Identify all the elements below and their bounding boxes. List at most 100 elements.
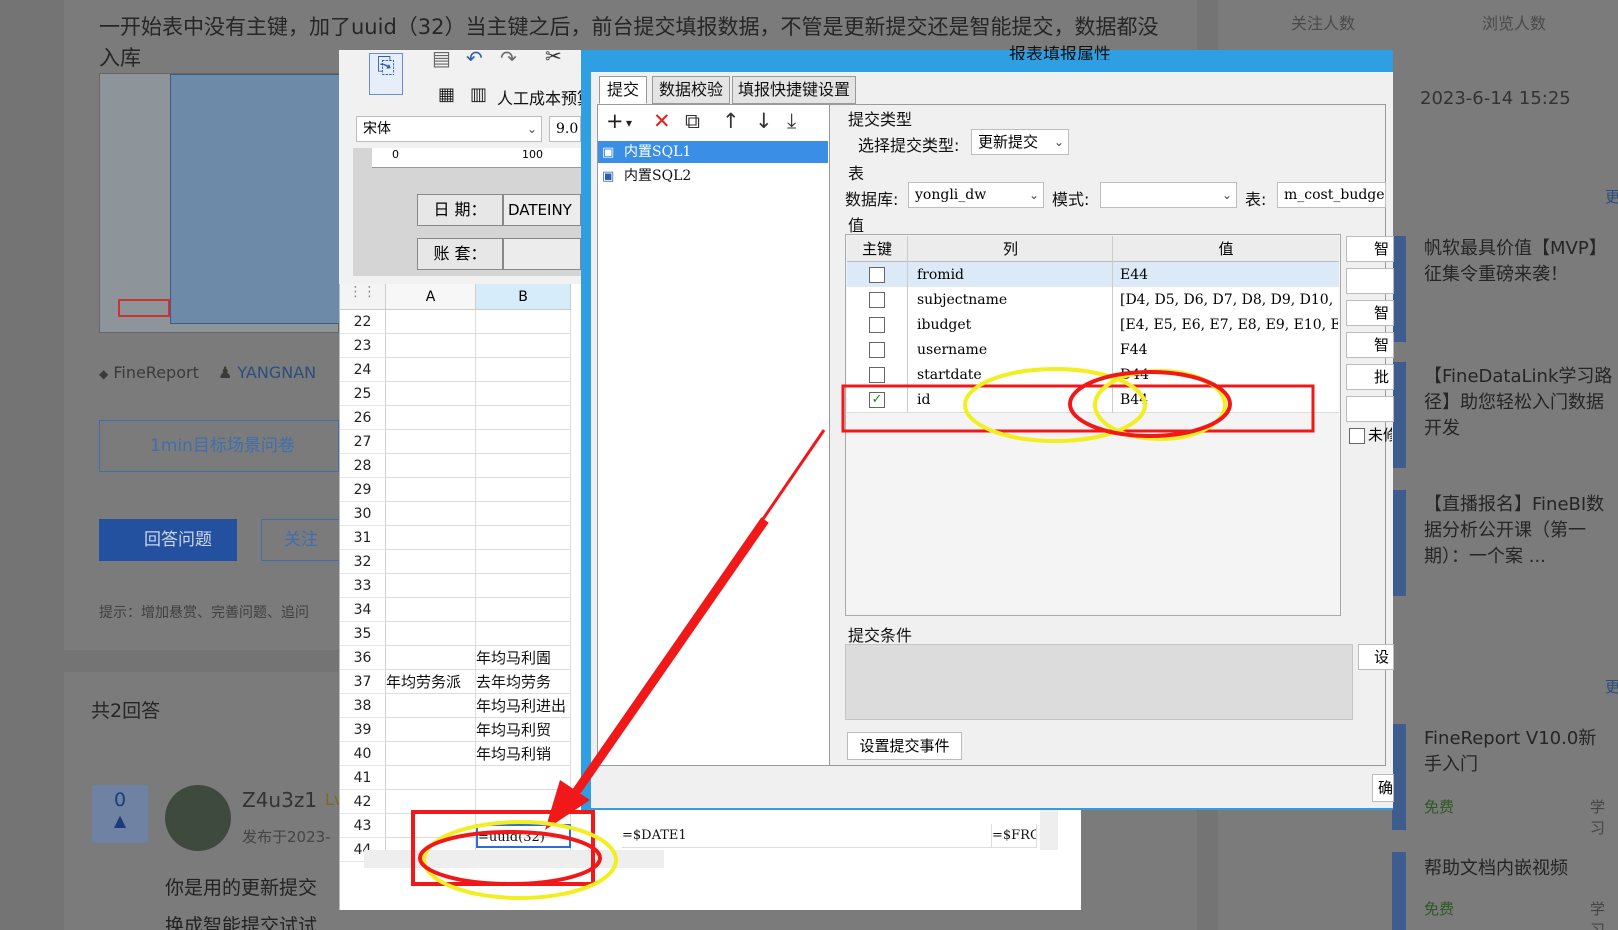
row-number[interactable]: 25 — [340, 382, 386, 406]
like-button[interactable]: 0 ▲ — [92, 785, 148, 843]
activity-thumb-2[interactable] — [1392, 362, 1406, 468]
table-name-field[interactable]: m_cost_budget — [1277, 182, 1386, 208]
column-header-a[interactable]: A — [386, 284, 476, 310]
follow-button[interactable]: 关注 — [261, 519, 341, 561]
font-name-select[interactable]: 宋体 ⌄ — [356, 116, 542, 142]
cell-b36[interactable]: 年均马利圊 — [476, 646, 571, 670]
row-number[interactable]: 31 — [340, 526, 386, 550]
grid-cell[interactable] — [386, 622, 476, 646]
grid-cell[interactable] — [476, 598, 571, 622]
condition-area[interactable] — [845, 644, 1353, 720]
header-primary-key[interactable]: 主键 — [847, 236, 908, 262]
course-title-2[interactable]: 帮助文档内嵌视频 — [1424, 856, 1614, 882]
grid-cell[interactable] — [476, 574, 571, 598]
grid-cell[interactable] — [476, 766, 571, 790]
grid-cell[interactable] — [386, 550, 476, 574]
delete-icon[interactable]: ✕ — [653, 108, 671, 134]
mode-select[interactable]: ⌄ — [1100, 182, 1237, 208]
sql-item-2[interactable]: 内置SQL2 — [598, 165, 828, 187]
grid-cell[interactable] — [386, 430, 476, 454]
activity-item-2[interactable]: 【FineDataLink学习路径】助您轻松入门数据开发 — [1424, 364, 1614, 442]
question-screenshot-thumbnail[interactable] — [99, 73, 340, 333]
primary-key-checkbox[interactable] — [869, 292, 885, 308]
grid-cell[interactable] — [476, 310, 571, 334]
grid-cell[interactable] — [476, 334, 571, 358]
cell-b39[interactable]: 年均马利贸 — [476, 718, 571, 742]
grid-cell[interactable] — [476, 430, 571, 454]
grid-cell[interactable] — [386, 334, 476, 358]
cell-c44[interactable]: =$DATE1 — [622, 824, 992, 848]
header-value[interactable]: 值 — [1114, 236, 1338, 262]
value-cell[interactable]: [E4, E5, E6, E7, E8, E9, E10, E... — [1114, 312, 1338, 338]
row-number[interactable]: 40 — [340, 742, 386, 766]
value-table-row[interactable]: ibudget [E4, E5, E6, E7, E8, E9, E10, E..… — [847, 312, 1339, 338]
value-table-row[interactable]: username F44 — [847, 337, 1339, 363]
date-field[interactable]: DATEINY — [503, 194, 581, 226]
row-number[interactable]: 42 — [340, 790, 386, 814]
grid-cell[interactable] — [386, 574, 476, 598]
value-cell[interactable]: D44 — [1114, 362, 1338, 388]
row-number[interactable]: 30 — [340, 502, 386, 526]
add-icon[interactable]: + — [606, 108, 624, 134]
grid-cell[interactable] — [386, 526, 476, 550]
row-number[interactable]: 28 — [340, 454, 386, 478]
account-field[interactable] — [503, 238, 581, 270]
value-table-row[interactable]: ✓ id B44 — [847, 387, 1339, 413]
row-number[interactable]: 32 — [340, 550, 386, 574]
grid-cell[interactable] — [386, 598, 476, 622]
grid-cell[interactable] — [386, 478, 476, 502]
grid-cell[interactable] — [386, 694, 476, 718]
grid-cell[interactable] — [476, 622, 571, 646]
course-title-1[interactable]: FineReport V10.0新手入门 — [1424, 726, 1614, 778]
side-button-1[interactable]: 智 — [1346, 236, 1394, 262]
course-thumb-2[interactable] — [1392, 852, 1406, 930]
value-table-row[interactable]: startdate D44 — [847, 362, 1339, 388]
row-number[interactable]: 37 — [340, 670, 386, 694]
grid-cell[interactable] — [476, 358, 571, 382]
cut-icon[interactable]: ✂ — [545, 44, 562, 68]
move-up-icon[interactable]: ↑ — [722, 108, 740, 134]
move-bottom-icon[interactable]: ⤓ — [787, 108, 796, 134]
side-button-blank[interactable] — [1346, 268, 1394, 294]
primary-key-checkbox[interactable] — [869, 367, 885, 383]
select-all-corner[interactable]: ⋮⋮ — [340, 284, 386, 310]
grid-cell[interactable] — [476, 550, 571, 574]
grid-cell[interactable] — [386, 310, 476, 334]
primary-key-checkbox[interactable] — [869, 342, 885, 358]
grid-cell[interactable] — [476, 406, 571, 430]
course-thumb-1[interactable] — [1392, 724, 1406, 830]
value-cell[interactable]: F44 — [1114, 337, 1338, 363]
redo-icon[interactable]: ↷ — [500, 46, 517, 70]
undo-icon[interactable]: ↶ — [466, 46, 483, 70]
value-cell[interactable]: [D4, D5, D6, D7, D8, D9, D10, D... — [1114, 287, 1338, 313]
grid-cell[interactable] — [476, 478, 571, 502]
grid-cell[interactable] — [386, 646, 476, 670]
row-number[interactable]: 22 — [340, 310, 386, 334]
side-button-2[interactable]: 智 — [1346, 300, 1394, 326]
grid-cell[interactable] — [476, 790, 571, 814]
grid-cell[interactable] — [386, 406, 476, 430]
row-number[interactable]: 41 — [340, 766, 386, 790]
row-number[interactable]: 36 — [340, 646, 386, 670]
value-table-row[interactable]: subjectname [D4, D5, D6, D7, D8, D9, D10,… — [847, 287, 1339, 313]
ok-button[interactable]: 确 — [1372, 774, 1394, 802]
grid-icon[interactable]: ▥ — [470, 84, 487, 105]
activity-thumb-1[interactable] — [1392, 236, 1406, 342]
freeze-icon[interactable]: ▦ — [438, 84, 455, 105]
more-link-1[interactable]: 更 — [1605, 186, 1618, 207]
activity-thumb-3[interactable] — [1392, 490, 1406, 596]
database-select[interactable]: yongli_dw ⌄ — [908, 182, 1044, 208]
answer-avatar[interactable] — [165, 785, 231, 851]
copy-icon[interactable]: ⧉ — [685, 108, 700, 134]
row-number[interactable]: 35 — [340, 622, 386, 646]
tag-product[interactable]: FineReport — [113, 363, 199, 382]
activity-item-1[interactable]: 帆软最具价值【MVP】征集令重磅来袭！ — [1424, 236, 1614, 288]
grid-cell[interactable] — [386, 718, 476, 742]
side-button-4[interactable]: 批 — [1346, 364, 1394, 390]
condition-set-button[interactable]: 设 — [1358, 644, 1394, 670]
answer-button[interactable]: 回答问题 — [99, 519, 237, 561]
side-button-blank-2[interactable] — [1346, 396, 1394, 422]
row-number[interactable]: 24 — [340, 358, 386, 382]
row-number[interactable]: 34 — [340, 598, 386, 622]
row-number[interactable]: 39 — [340, 718, 386, 742]
